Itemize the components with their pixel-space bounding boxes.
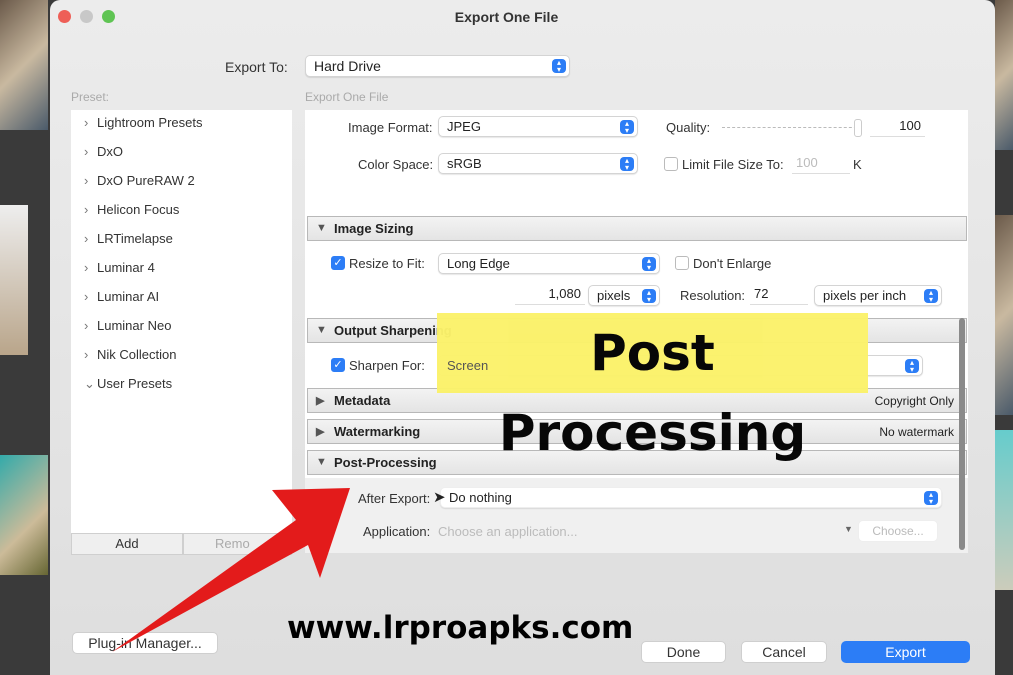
website-watermark: www.lrproapks.com (287, 610, 634, 646)
red-arrow-annotation (112, 488, 350, 652)
sharpen-for-value: Screen (447, 358, 489, 373)
